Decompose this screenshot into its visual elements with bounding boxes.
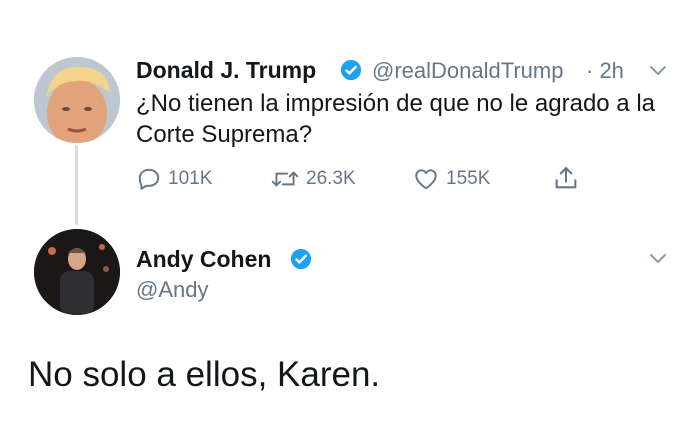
like-count: 155K bbox=[446, 168, 491, 189]
avatar-andy[interactable] bbox=[34, 229, 120, 315]
tweet-author-name[interactable]: Donald J. Trump bbox=[136, 57, 316, 84]
reply-author-handle[interactable]: @Andy bbox=[136, 277, 208, 303]
reply-button[interactable]: 101K bbox=[136, 166, 212, 192]
reply-icon bbox=[138, 168, 160, 190]
reply-text: No solo a ellos, Karen. bbox=[28, 355, 381, 394]
avatar-trump[interactable] bbox=[34, 57, 120, 143]
retweet-button[interactable]: 26.3K bbox=[270, 166, 356, 192]
thread-connector-line bbox=[75, 145, 78, 225]
tweet-timestamp[interactable]: · 2h bbox=[586, 58, 624, 84]
retweet-icon bbox=[271, 171, 299, 187]
reply-author-name[interactable]: Andy Cohen bbox=[136, 246, 271, 273]
retweet-count: 26.3K bbox=[306, 168, 356, 189]
verified-badge-icon bbox=[340, 59, 362, 81]
avatar-image bbox=[34, 229, 120, 315]
like-button[interactable]: 155K bbox=[412, 166, 490, 192]
chevron-down-icon[interactable] bbox=[648, 252, 668, 266]
reply-count: 101K bbox=[168, 168, 213, 189]
avatar-image bbox=[34, 57, 120, 143]
share-button[interactable] bbox=[552, 164, 580, 192]
tweet-author-handle[interactable]: @realDonaldTrump bbox=[372, 58, 563, 84]
chevron-down-icon[interactable] bbox=[648, 64, 668, 78]
tweet-text: ¿No tienen la impresión de que no le agr… bbox=[136, 90, 655, 148]
heart-icon bbox=[415, 169, 437, 190]
share-icon bbox=[555, 167, 577, 189]
verified-badge-icon bbox=[290, 248, 312, 270]
